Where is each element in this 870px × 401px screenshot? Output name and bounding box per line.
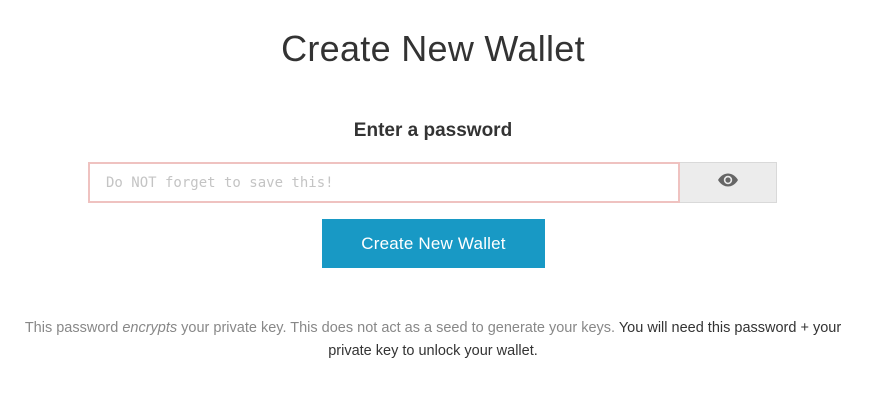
page-title: Create New Wallet xyxy=(281,28,585,69)
note-text: This password xyxy=(24,320,123,336)
note-text-continued: your private key. This does not act as a… xyxy=(177,320,619,336)
password-input[interactable] xyxy=(88,162,680,203)
create-wallet-button[interactable]: Create New Wallet xyxy=(322,219,545,268)
show-password-button[interactable] xyxy=(680,162,777,203)
password-field-group xyxy=(88,162,777,203)
create-wallet-page: Create New Wallet Enter a password Creat… xyxy=(0,0,870,401)
note-emphasis: encrypts xyxy=(122,320,178,336)
password-heading: Enter a password xyxy=(353,120,513,141)
eye-icon xyxy=(717,173,739,192)
password-info-text: This password encrypts your private key.… xyxy=(10,317,856,363)
